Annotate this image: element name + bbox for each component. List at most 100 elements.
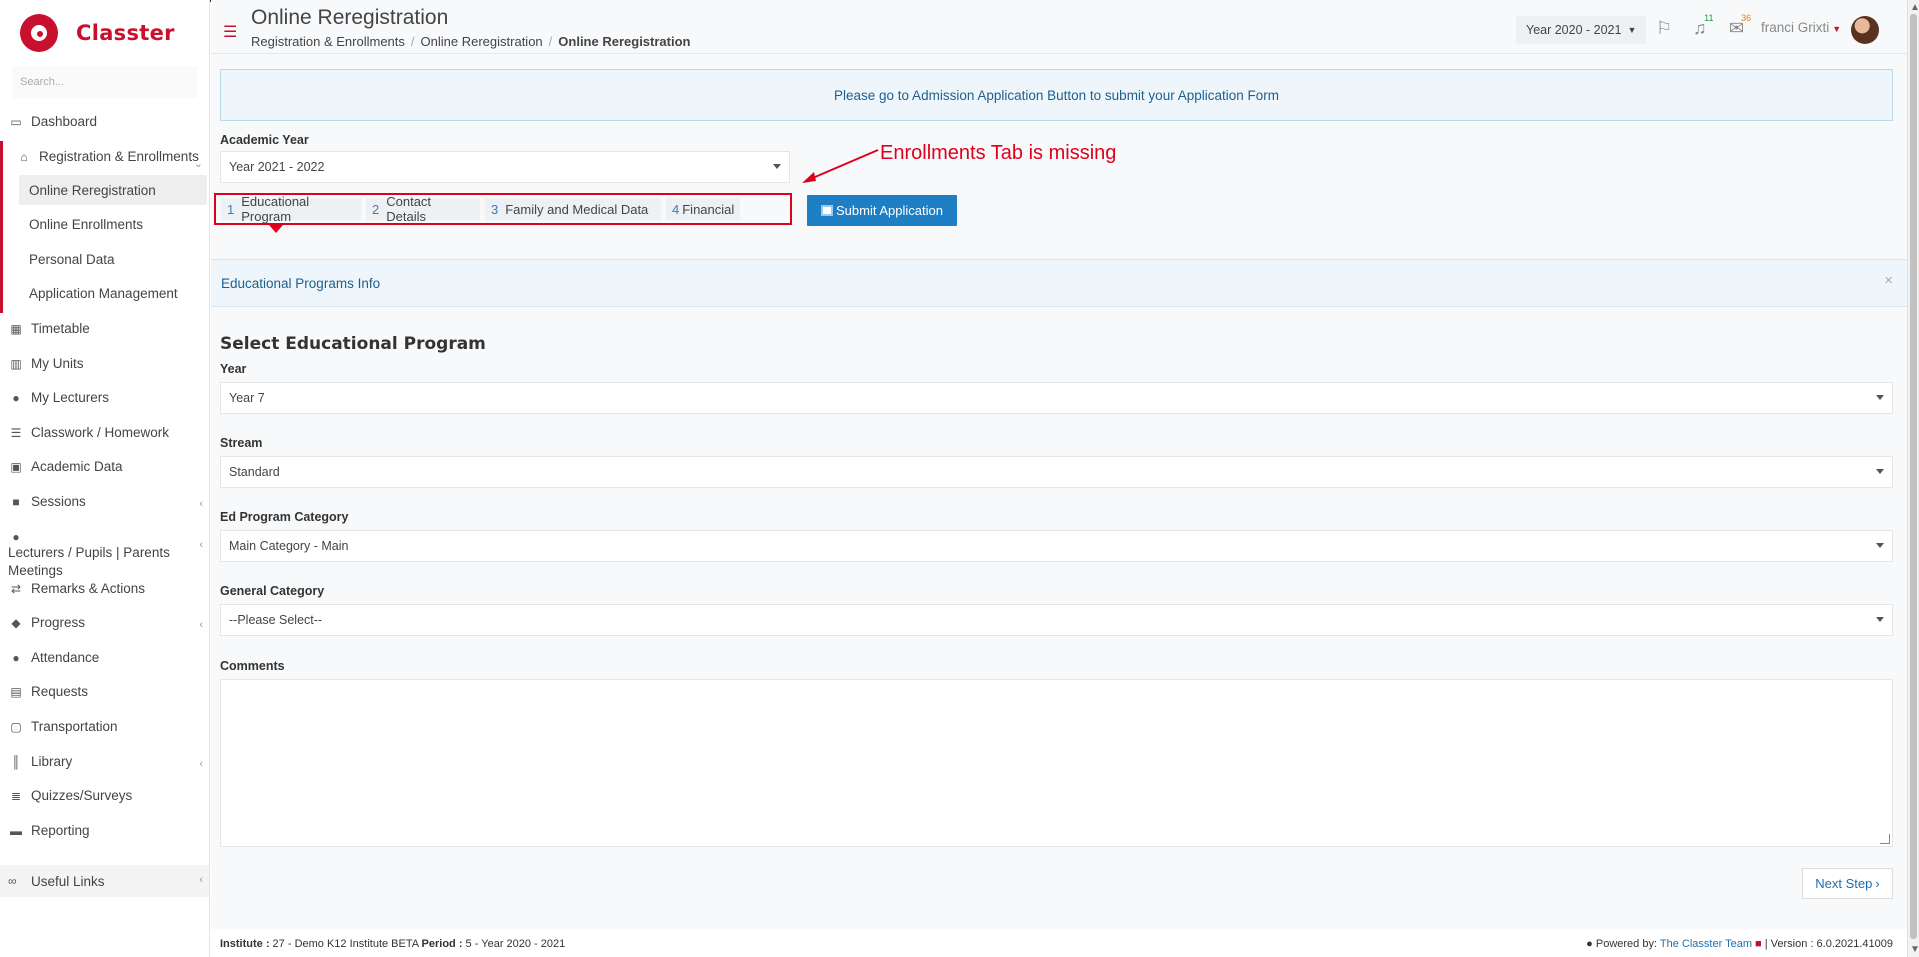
- scrollbar-thumb[interactable]: [1910, 14, 1917, 939]
- tasks-icon: ☰: [10, 425, 22, 440]
- book-icon: ▥: [10, 356, 22, 371]
- sidebar-item-label: My Lecturers: [31, 390, 110, 406]
- sidebar-item-dashboard[interactable]: ▭ Dashboard: [0, 106, 209, 141]
- page-title: Online Reregistration: [251, 6, 449, 29]
- annotation-arrow: [802, 149, 879, 183]
- caret-down-icon: ▼: [1832, 24, 1842, 34]
- institute-value: 27 - Demo K12 Institute BETA: [269, 938, 422, 950]
- sidebar-item-remarks-actions[interactable]: ⇄ Remarks & Actions: [0, 573, 209, 608]
- footer-powered-by: ● Powered by: The Classter Team ■ | Vers…: [1586, 938, 1893, 950]
- envelope-icon[interactable]: ✉ 36: [1729, 13, 1751, 39]
- sidebar-item-timetable[interactable]: ▦ Timetable: [0, 313, 209, 348]
- sidebar-nav: ▭ Dashboard ⌂ Registration & Enrollments…: [0, 106, 209, 849]
- tab-educational-program[interactable]: 1 Educational Program: [221, 194, 361, 224]
- user-menu[interactable]: franci Grixti ▼: [1761, 20, 1841, 35]
- tab-number: 4: [672, 201, 680, 217]
- tab-label: Educational Program: [241, 194, 310, 224]
- sidebar-item-label: Useful Links: [31, 873, 105, 889]
- breadcrumb-item[interactable]: Online Reregistration: [421, 34, 543, 49]
- ed-program-category-select[interactable]: Main Category - Main: [220, 530, 1893, 562]
- sidebar-subitem-online-reregistration[interactable]: Online Reregistration: [19, 175, 207, 206]
- avatar[interactable]: [1851, 16, 1879, 44]
- submit-application-button[interactable]: Submit Application: [807, 195, 957, 226]
- sidebar-item-label: My Units: [31, 355, 84, 371]
- scroll-up-icon[interactable]: ▲: [1910, 2, 1919, 13]
- sidebar-item-classwork-homework[interactable]: ☰ Classwork / Homework: [0, 417, 209, 452]
- tab-financial[interactable]: 4 Financial: [666, 198, 740, 220]
- general-category-select[interactable]: --Please Select--: [220, 604, 1893, 636]
- books-icon: ║: [11, 754, 21, 769]
- sidebar-item-requests[interactable]: ▤ Requests: [0, 676, 209, 711]
- caret-down-icon: ▼: [1627, 25, 1637, 35]
- period-value: 5 - Year 2020 - 2021: [462, 938, 566, 950]
- sidebar: Classter Search... ▭ Dashboard ⌂ Registr…: [0, 0, 210, 957]
- sidebar-item-label: Quizzes/Surveys: [31, 788, 133, 804]
- breadcrumb: Registration & Enrollments / Online Reregi…: [251, 34, 691, 49]
- sidebar-subitem-online-enrollments[interactable]: Online Enrollments: [3, 209, 209, 244]
- classter-logo-icon: [20, 14, 58, 52]
- stream-value: Standard: [229, 465, 280, 479]
- close-icon[interactable]: ×: [1884, 272, 1893, 289]
- stream-select[interactable]: Standard: [220, 456, 1893, 488]
- sidebar-item-my-lecturers[interactable]: ● My Lecturers: [0, 382, 209, 417]
- sidebar-item-academic-data[interactable]: ▣ Academic Data: [0, 451, 209, 486]
- comments-textarea[interactable]: [220, 679, 1893, 847]
- sidebar-subitem-personal-data[interactable]: Personal Data: [3, 244, 209, 279]
- sidebar-subitem-application-management[interactable]: Application Management: [3, 278, 209, 313]
- chevron-left-icon: ‹: [199, 874, 203, 886]
- stream-label: Stream: [220, 436, 263, 450]
- sidebar-search-input[interactable]: Search...: [12, 66, 197, 98]
- scroll-down-icon[interactable]: ▼: [1910, 944, 1919, 955]
- breadcrumb-item[interactable]: Registration & Enrollments: [251, 34, 405, 49]
- sidebar-item-meetings[interactable]: ● Lecturers / Pupils | Parents Meetings …: [0, 521, 209, 578]
- tab-label: Family and Medical Data: [505, 201, 649, 217]
- tab-family-medical-data[interactable]: 3 Family and Medical Data: [485, 198, 661, 220]
- academic-year-value: Year 2021 - 2022: [229, 160, 325, 174]
- sidebar-item-registration-enrollments[interactable]: ⌂ Registration & Enrollments ⌄: [0, 140, 209, 176]
- educational-programs-info: Educational Programs Info ×: [211, 259, 1907, 307]
- version-text: | Version : 6.0.2021.41009: [1761, 938, 1893, 950]
- sidebar-item-quizzes-surveys[interactable]: ≣ Quizzes/Surveys: [0, 780, 209, 815]
- sidebar-item-label: Transportation: [31, 718, 118, 734]
- admission-notice: Please go to Admission Application Butto…: [220, 69, 1893, 121]
- sidebar-item-my-units[interactable]: ▥ My Units: [0, 348, 209, 383]
- tab-label: Financial: [682, 201, 735, 217]
- general-category-value: --Please Select--: [229, 613, 323, 627]
- academic-year-select[interactable]: Year 2021 - 2022: [220, 151, 790, 183]
- bell-icon[interactable]: ♫ 11: [1693, 13, 1714, 39]
- brand-logo[interactable]: Classter: [0, 0, 209, 66]
- tab-contact-details[interactable]: 2 Contact Details: [366, 194, 480, 224]
- page-scrollbar[interactable]: ▲ ▼: [1907, 0, 1919, 957]
- section-title: Select Educational Program: [220, 334, 486, 354]
- chevron-left-icon: ‹: [199, 538, 203, 551]
- info-title: Educational Programs Info: [221, 275, 381, 291]
- sidebar-item-label: Registration & Enrollments: [39, 148, 199, 164]
- next-step-label: Next Step: [1815, 876, 1873, 891]
- comments-label: Comments: [220, 659, 285, 673]
- classter-c-icon: ●: [1586, 938, 1593, 950]
- sidebar-item-label: Sessions: [31, 493, 86, 509]
- sidebar-item-library[interactable]: ║ Library ‹: [0, 746, 209, 781]
- next-step-button[interactable]: Next Step ›: [1802, 868, 1893, 899]
- link-icon: ∞: [8, 874, 17, 888]
- hamburger-menu-icon[interactable]: ☰: [223, 22, 237, 42]
- bus-icon: ■: [12, 494, 20, 509]
- year-selector[interactable]: Year 2020 - 2021 ▼: [1516, 16, 1646, 44]
- classter-team-link[interactable]: The Classter Team: [1660, 938, 1752, 950]
- flag-icon[interactable]: ⚐: [1656, 18, 1672, 39]
- submit-label: Submit Application: [836, 203, 943, 218]
- resize-handle-icon[interactable]: [1880, 834, 1890, 844]
- dropdown-arrow-icon: [1876, 469, 1884, 474]
- year-value: Year 7: [229, 391, 265, 405]
- sidebar-item-progress[interactable]: ◆ Progress ‹: [0, 607, 209, 642]
- sidebar-item-attendance[interactable]: ● Attendance: [0, 642, 209, 677]
- sidebar-item-useful-links[interactable]: ∞ Useful Links ‹: [0, 865, 209, 897]
- sidebar-item-sessions[interactable]: ■ Sessions ‹: [0, 486, 209, 521]
- sidebar-item-reporting[interactable]: ▬ Reporting: [0, 815, 209, 850]
- calendar-icon: ▦: [10, 321, 22, 336]
- sidebar-item-label: Attendance: [31, 649, 100, 665]
- sidebar-item-transportation[interactable]: ▢ Transportation: [0, 711, 209, 746]
- year-select[interactable]: Year 7: [220, 382, 1893, 414]
- footer-institute-info: Institute : 27 - Demo K12 Institute BETA…: [220, 938, 565, 950]
- brand-name: Classter: [76, 21, 175, 45]
